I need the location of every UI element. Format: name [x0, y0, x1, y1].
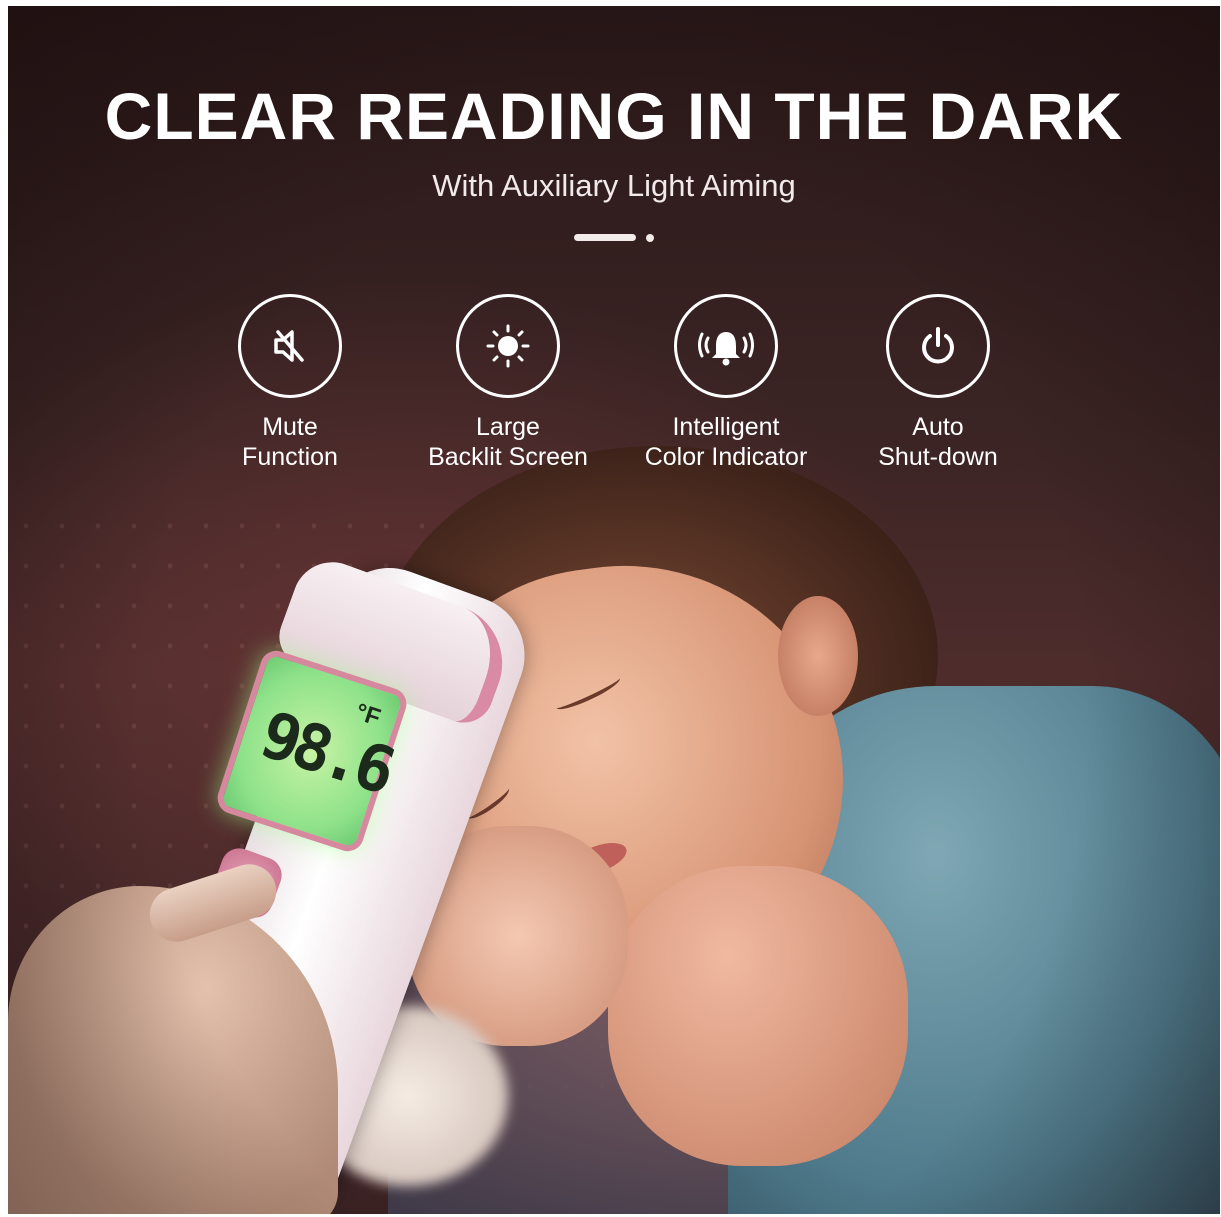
feature-label: Large	[476, 413, 540, 441]
feature-label: Auto	[912, 413, 964, 441]
divider-bar	[574, 234, 636, 241]
power-icon	[886, 294, 990, 398]
feature-label: Color Indicator	[644, 443, 808, 471]
feature-label: Function	[242, 443, 338, 471]
feature-mute: Mute Function	[180, 294, 400, 472]
subheadline: With Auxiliary Light Aiming	[432, 168, 796, 203]
mute-icon	[238, 294, 342, 398]
feature-backlit-screen: Large Backlit Screen	[398, 294, 618, 472]
sun-icon	[456, 294, 560, 398]
feature-label: Intelligent	[672, 413, 780, 441]
alarm-bell-icon	[674, 294, 778, 398]
headline: CLEAR READING IN THE DARK	[104, 79, 1124, 153]
product-banner: °F 98.6 CLEAR READING IN THE DARK With A…	[8, 6, 1220, 1214]
divider-dot	[646, 234, 654, 242]
feature-label: Shut-down	[878, 443, 998, 471]
feature-auto-shutdown: Auto Shut-down	[828, 294, 1048, 472]
feature-label: Mute	[262, 413, 318, 441]
feature-color-indicator: Intelligent Color Indicator	[616, 294, 836, 472]
feature-label: Backlit Screen	[428, 443, 588, 471]
